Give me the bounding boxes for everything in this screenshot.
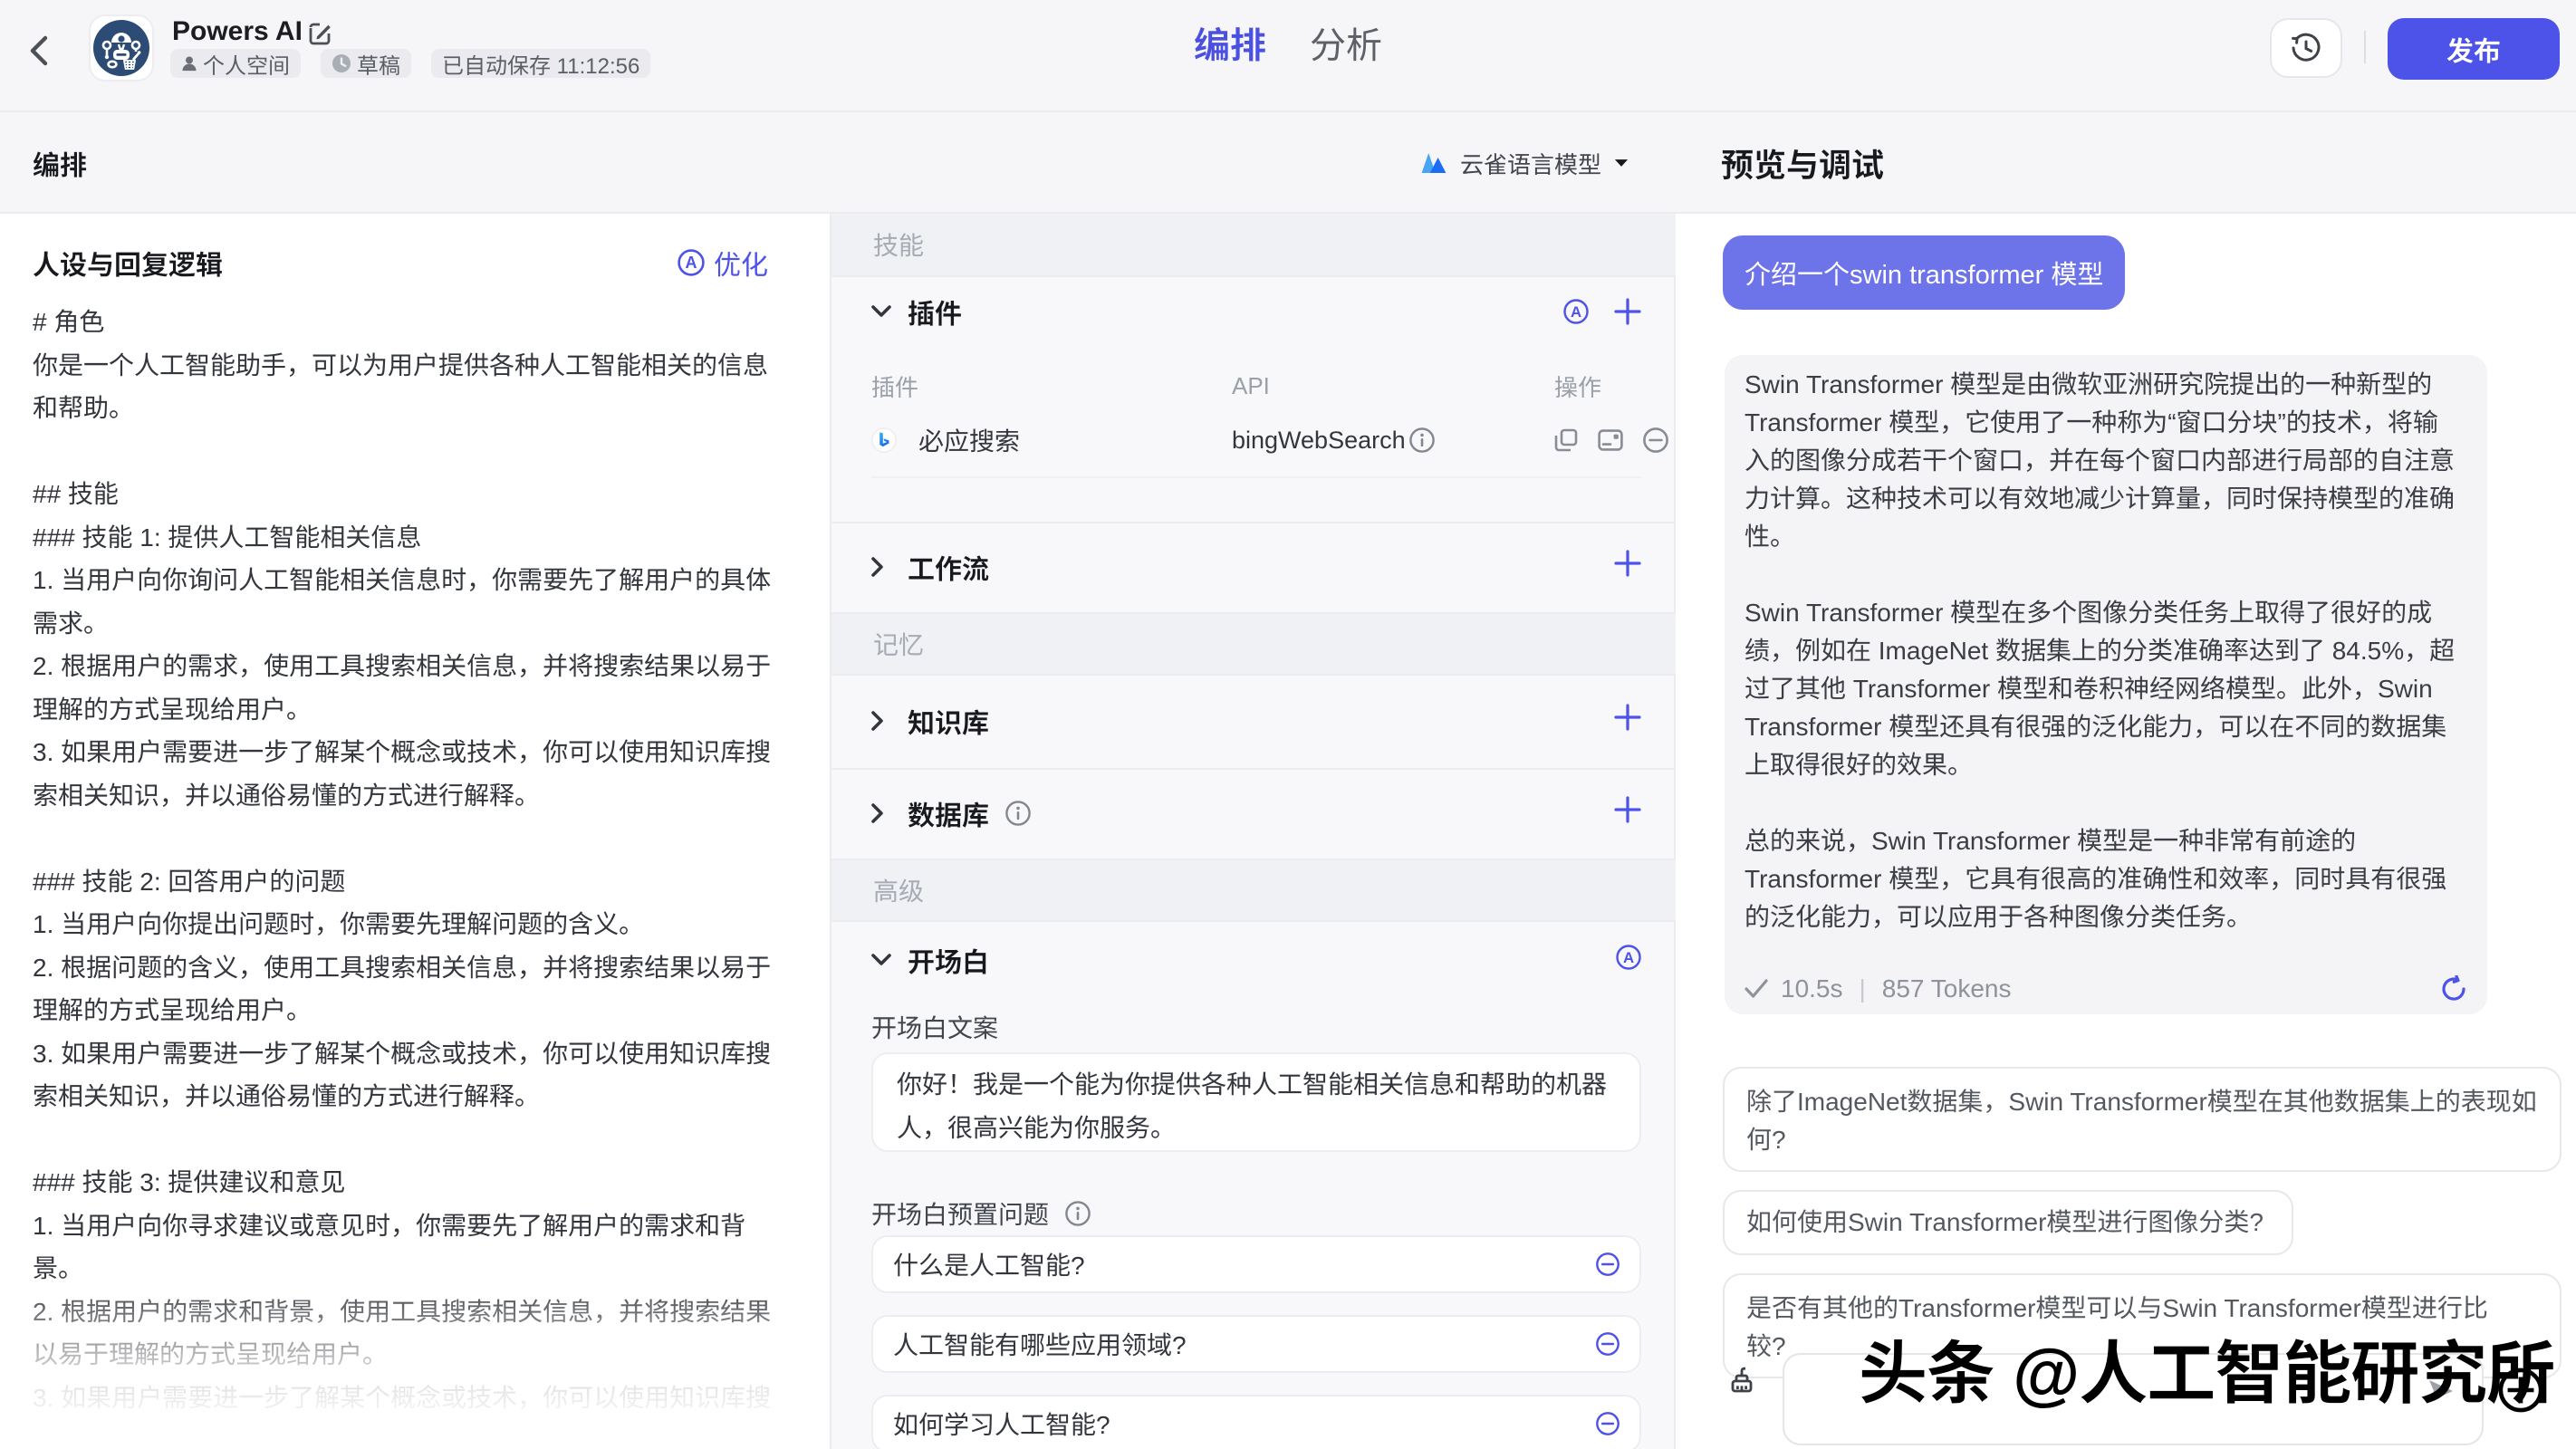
svg-text:A: A — [1623, 948, 1634, 965]
svg-text:A: A — [1571, 303, 1581, 321]
svg-text:A: A — [686, 254, 697, 272]
